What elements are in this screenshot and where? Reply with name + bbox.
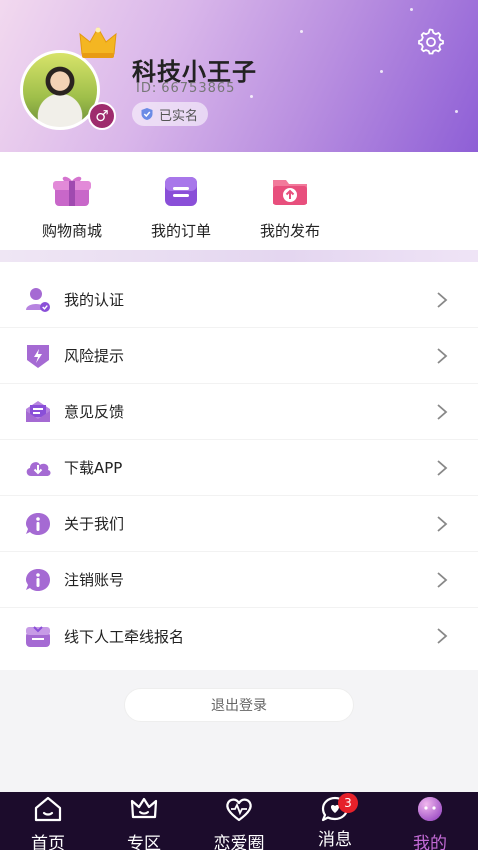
tab-messages[interactable]: 3 消息 [287,793,383,850]
user-id-label: ID: [136,81,158,96]
menu-item-delete-account[interactable]: 注销账号 [0,552,478,608]
tab-label: 首页 [31,834,65,850]
quick-action-shop[interactable]: 购物商城 [27,174,117,241]
signup-icon [26,626,50,647]
info-icon [26,512,50,535]
verified-badge: 已实名 [132,102,209,126]
chevron-right-icon [437,628,448,644]
unread-badge: 3 [338,793,358,813]
publish-upload-icon [273,180,307,205]
menu-item-label: 关于我们 [64,515,125,533]
user-id-value: 66753865 [161,81,236,96]
quick-action-label: 我的订单 [150,222,211,240]
profile-header: ♂ 科技小王子 ID: 66753865 已实名 [0,0,478,152]
verified-label: 已实名 [159,108,199,124]
quick-action-label: 购物商城 [41,222,102,240]
cloud-download-icon [26,461,51,476]
chevron-right-icon [437,403,448,420]
crown-icon [130,797,158,819]
tab-mine[interactable]: 我的 [382,795,478,850]
chevron-right-icon [437,515,448,532]
quick-action-publish[interactable]: 我的发布 [245,174,335,241]
sparkle-decoration [410,8,413,11]
menu-item-label: 注销账号 [64,571,125,589]
quick-actions: 购物商城 我的订单 我的发布 [0,152,478,250]
tab-zone[interactable]: 专区 [96,795,192,850]
menu-item-label: 风险提示 [64,347,125,365]
heart-pulse-icon [226,798,252,822]
chevron-right-icon [437,291,448,308]
gift-box-icon [53,176,91,206]
sparkle-decoration [250,95,253,98]
menu-item-label: 下载APP [64,459,123,477]
chevron-right-icon [437,347,448,364]
sparkle-decoration [380,70,383,73]
user-verify-icon [26,287,50,312]
logout-button[interactable]: 退出登录 [124,688,354,722]
tab-home[interactable]: 首页 [0,795,96,850]
gear-icon[interactable] [417,28,445,56]
profile-face-icon [418,797,442,821]
sparkle-decoration [455,110,458,113]
risk-warning-icon [27,344,49,368]
order-list-icon [165,177,197,206]
chevron-right-icon [437,571,448,588]
info-icon [26,568,50,591]
home-icon [34,796,62,822]
tab-label: 专区 [127,834,161,850]
user-id: ID: 66753865 [132,81,235,96]
section-divider [0,250,478,262]
tab-label: 恋爱圈 [213,834,265,850]
avatar-container[interactable]: ♂ [20,26,117,132]
menu-item-download[interactable]: 下载APP [0,440,478,496]
chat-icon-wrap: 3 [320,793,358,823]
menu-item-verification[interactable]: 我的认证 [0,272,478,328]
bottom-tab-bar: 首页 专区 恋爱圈 3 消息 我的 [0,792,478,850]
gender-male-icon: ♂ [88,102,116,130]
tab-love-circle[interactable]: 恋爱圈 [191,795,287,850]
menu-item-offline-signup[interactable]: 线下人工牵线报名 [0,608,478,664]
verified-check-icon [141,108,153,120]
quick-action-orders[interactable]: 我的订单 [136,174,226,241]
tab-label: 消息 [318,830,352,850]
crown-icon [79,26,117,58]
sparkle-decoration [300,30,303,33]
feedback-mail-icon [26,400,50,422]
menu-item-label: 线下人工牵线报名 [64,627,185,646]
settings-menu: 我的认证 风险提示 意见反馈 下载APP 关于我们 注销账号 线下人工牵线报名 [0,262,478,670]
menu-item-label: 我的认证 [64,291,125,309]
quick-action-label: 我的发布 [259,222,320,240]
menu-item-risk[interactable]: 风险提示 [0,328,478,384]
menu-item-about[interactable]: 关于我们 [0,496,478,552]
chevron-right-icon [437,459,448,476]
tab-label: 我的 [413,834,447,850]
menu-item-feedback[interactable]: 意见反馈 [0,384,478,440]
menu-item-label: 意见反馈 [64,403,125,421]
